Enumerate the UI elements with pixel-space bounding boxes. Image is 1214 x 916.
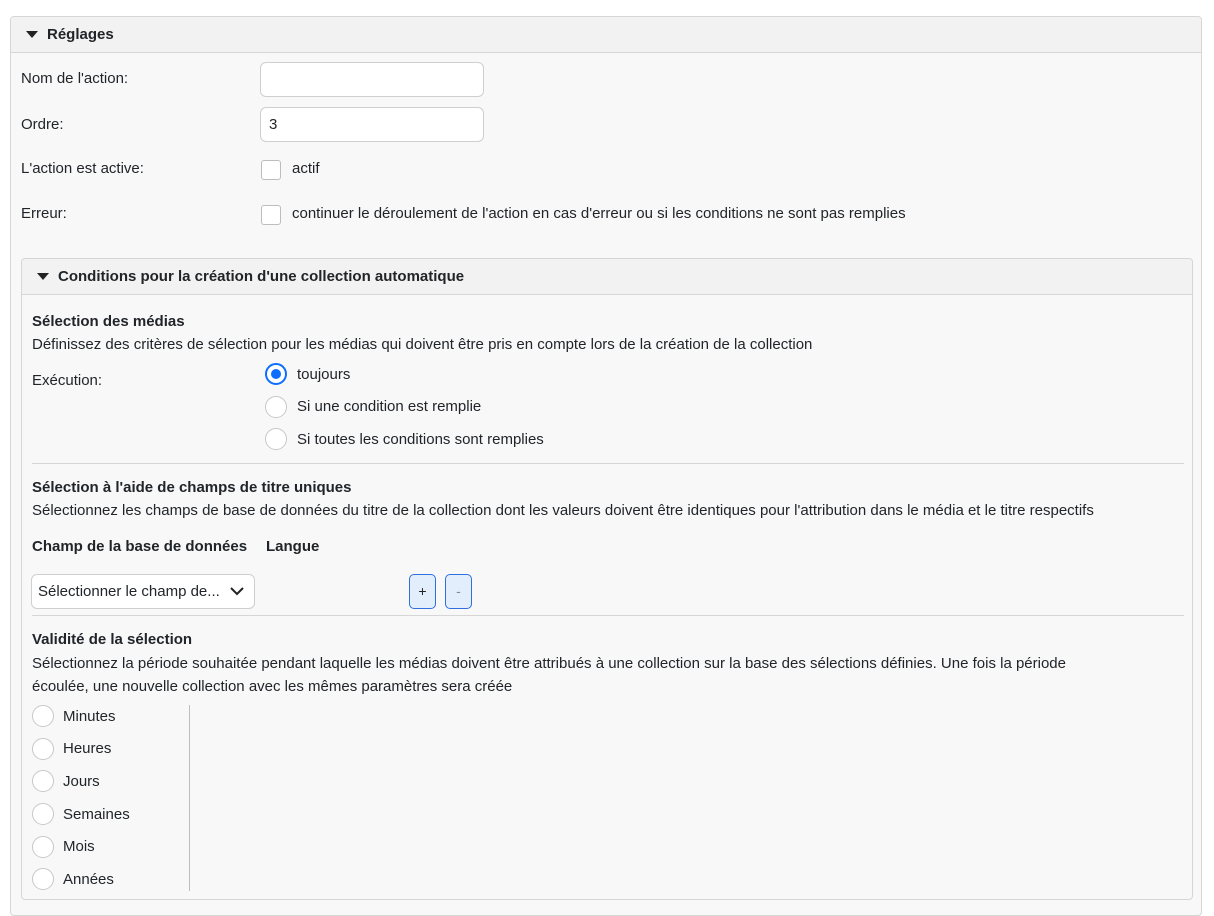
validity-option-label: Jours (63, 773, 100, 790)
media-selection-description: Définissez des critères de sélection pou… (32, 336, 813, 353)
validity-radio-years[interactable] (32, 868, 54, 890)
media-selection-heading: Sélection des médias (32, 313, 185, 330)
settings-panel-header[interactable]: Réglages (11, 17, 1201, 53)
error-checkbox-label: continuer le déroulement de l'action en … (292, 205, 906, 222)
execution-radio-always[interactable] (265, 363, 287, 385)
validity-radio-months[interactable] (32, 836, 54, 858)
validity-option-label: Semaines (63, 806, 130, 823)
validity-heading: Validité de la sélection (32, 631, 193, 648)
order-input[interactable] (260, 107, 484, 142)
column-header-language: Langue (266, 538, 320, 555)
validity-option-label: Minutes (63, 708, 116, 725)
unique-fields-heading: Sélection à l'aide de champs de titre un… (32, 479, 352, 496)
active-checkbox-label: actif (292, 160, 320, 177)
error-checkbox[interactable] (261, 205, 281, 225)
column-header-field: Champ de la base de données (32, 538, 248, 555)
error-label: Erreur: (21, 205, 67, 222)
execution-radio-one-condition[interactable] (265, 396, 287, 418)
validity-radio-days[interactable] (32, 770, 54, 792)
section-divider (32, 463, 1184, 464)
database-field-select[interactable]: Sélectionner le champ de... (31, 574, 255, 609)
validity-option-label: Années (63, 871, 114, 888)
vertical-divider (189, 705, 190, 891)
validity-description-line2: écoulée, une nouvelle collection avec le… (32, 678, 513, 695)
action-name-input[interactable] (260, 62, 484, 97)
caret-down-icon (37, 273, 49, 280)
execution-option-label: toujours (297, 366, 351, 383)
execution-radio-all-conditions[interactable] (265, 428, 287, 450)
settings-panel: Réglages Nom de l'action: Ordre: L'actio… (10, 16, 1202, 916)
validity-description-line1: Sélectionnez la période souhaitée pendan… (32, 655, 1066, 672)
validity-radio-weeks[interactable] (32, 803, 54, 825)
conditions-panel: Conditions pour la création d'une collec… (21, 258, 1193, 900)
execution-label: Exécution: (32, 372, 103, 389)
active-label: L'action est active: (21, 160, 144, 177)
add-field-button[interactable]: + (409, 574, 436, 609)
conditions-title: Conditions pour la création d'une collec… (58, 268, 465, 285)
validity-option-label: Mois (63, 838, 95, 855)
action-name-label: Nom de l'action: (21, 70, 129, 87)
caret-down-icon (26, 31, 38, 38)
execution-option-label: Si une condition est remplie (297, 398, 482, 415)
database-field-select-value: Sélectionner le champ de... (38, 583, 220, 600)
unique-fields-description: Sélectionnez les champs de base de donné… (32, 502, 1094, 519)
chevron-down-icon (230, 587, 244, 596)
settings-title: Réglages (47, 26, 114, 43)
active-checkbox[interactable] (261, 160, 281, 180)
section-divider (32, 615, 1184, 616)
validity-radio-hours[interactable] (32, 738, 54, 760)
validity-radio-minutes[interactable] (32, 705, 54, 727)
remove-field-button[interactable]: - (445, 574, 472, 609)
order-label: Ordre: (21, 116, 64, 133)
conditions-panel-header[interactable]: Conditions pour la création d'une collec… (22, 259, 1192, 295)
execution-option-label: Si toutes les conditions sont remplies (297, 431, 544, 448)
validity-option-label: Heures (63, 740, 112, 757)
